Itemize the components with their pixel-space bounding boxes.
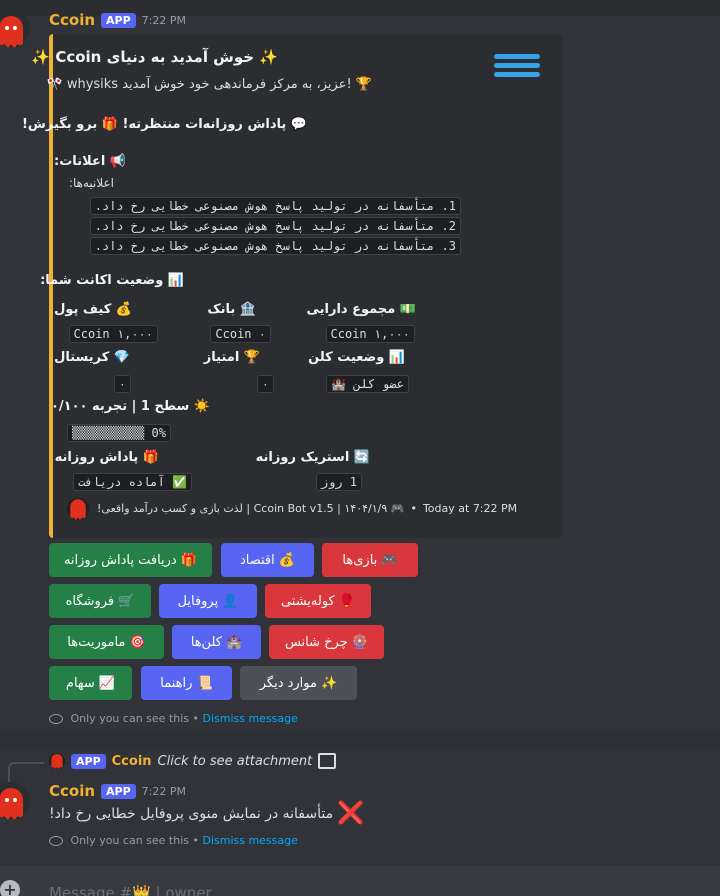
dismiss-link[interactable]: Dismiss message (202, 834, 297, 847)
announcement-item: 3. متأسفانه در تولید پاسخ هوش مصنوعی خطا… (89, 237, 461, 255)
message-separator (0, 730, 720, 750)
reply-app-badge: APP (71, 753, 106, 769)
image-icon (318, 753, 337, 769)
message-input-bar[interactable]: + Message #👑 | owner (0, 866, 720, 896)
field-streak-label: 🔄 استریک روزانه (255, 450, 370, 465)
colosseum-button[interactable]: 🥊 کولەیشتی (265, 584, 371, 618)
field-reward-label: 🎁 پاداش روزانه (54, 450, 159, 465)
field-bank-label: 🏦 بانک (207, 302, 256, 317)
announcements-title: 📢 اعلانات: (54, 154, 126, 169)
eye-icon (49, 836, 63, 846)
add-attachment-icon[interactable]: + (0, 880, 20, 896)
reply-spine (8, 762, 44, 782)
ephemeral-note: Only you can see this • Dismiss message (49, 712, 298, 725)
message-input[interactable]: Message #👑 | owner (49, 884, 212, 896)
error-icon: ❌ (337, 801, 365, 826)
wheel-button[interactable]: 🎡 چرخ شانس (269, 625, 384, 659)
ghost-icon (70, 499, 86, 520)
field-bank-value: ۰ Ccoin (210, 325, 271, 343)
username[interactable]: Ccoin (49, 782, 95, 800)
footer-timestamp: Today at 7:22 PM (422, 502, 518, 515)
footer-text: 🎮 Ccoin Bot v1.5 | ۱۴۰۴/۱/۹ | لذت بازی و… (97, 502, 405, 515)
welcome-line: 🏆 !عزیز، به مرکز فرماندهی خود خوش آمدید … (46, 77, 373, 92)
daily-promo: 💬 پاداش روزانه‌ات منتظرته! 🎁 برو بگیرش! (21, 117, 307, 132)
ghost-icon (51, 753, 63, 769)
username[interactable]: Ccoin (49, 11, 95, 29)
footer-avatar (67, 498, 89, 520)
announcement-item: 1. متأسفانه در تولید پاسخ هوش مصنوعی خطا… (89, 197, 461, 215)
app-badge: APP (101, 783, 136, 799)
profile-button[interactable]: 👤 پروفایل (159, 584, 257, 618)
field-total-label: 💵 مجموع دارایی (306, 302, 416, 317)
dismiss-link[interactable]: Dismiss message (202, 712, 297, 725)
field-streak-value: 1 روز (315, 473, 362, 491)
guide-button[interactable]: 📜 راهنما (141, 666, 232, 700)
eye-icon (49, 714, 63, 724)
app-badge: APP (101, 12, 136, 28)
field-total-value: ۱,۰۰۰ Ccoin (325, 325, 415, 343)
announcements-subtitle: اعلانیه‌ها: (68, 176, 114, 190)
clans-button[interactable]: 🏰 کلن‌ها (172, 625, 261, 659)
ghost-avatar-icon (0, 788, 23, 820)
timestamp: 7:22 PM (141, 13, 186, 27)
embed-title: ✨ خوش آمدید به دنیای Ccoin ✨ (31, 48, 278, 66)
field-wallet-value: ۱,۰۰۰ Ccoin (68, 325, 158, 343)
field-reward-value: ✅ آماده دریافت (73, 473, 192, 491)
field-crystal-value: ۰ (113, 375, 131, 393)
games-button[interactable]: 🎮 بازی‌ها (322, 543, 418, 577)
reply-avatar (49, 753, 65, 769)
ephemeral-text: Only you can see this • (70, 712, 199, 725)
reply-text[interactable]: Click to see attachment (158, 754, 313, 769)
ghost-avatar-icon (0, 16, 23, 48)
field-crystal-label: 💎 کریستال (54, 350, 130, 365)
announcement-item: 2. متأسفانه در تولید پاسخ هوش مصنوعی خطا… (89, 217, 461, 235)
economy-button[interactable]: 💰 اقتصاد (221, 543, 314, 577)
ephemeral-text: Only you can see this • (70, 834, 199, 847)
field-points-label: 🏆 امتیاز (203, 350, 260, 365)
ephemeral-note: Only you can see this • Dismiss message (49, 834, 298, 847)
account-title: 📊 وضعیت اکانت شما: (40, 273, 184, 288)
field-clan-value: عضو کلن 🏰 (326, 375, 409, 393)
stocks-button[interactable]: 📈 سهام (49, 666, 132, 700)
bot-avatar[interactable] (0, 782, 30, 820)
field-clan-label: 📊 وضعیت کلن (308, 350, 405, 365)
error-message: متأسفانه در نمایش منوی پروفایل خطایی رخ … (49, 805, 334, 822)
menu-icon (494, 54, 542, 90)
field-wallet-label: 💰 کیف پول (54, 302, 132, 317)
field-points-value: ۰ (256, 375, 274, 393)
shop-button[interactable]: 🛒 فروشگاه (49, 584, 151, 618)
daily-reward-button[interactable]: 🎁 دریافت پاداش روزانه (49, 543, 212, 577)
timestamp: 7:22 PM (141, 784, 186, 798)
level-progress-bar: ▒▒▒▒▒▒▒▒▒▒ 0% (67, 424, 171, 442)
missions-button[interactable]: 🎯 ماموریت‌ها (49, 625, 164, 659)
reply-username[interactable]: Ccoin (112, 754, 152, 769)
more-button[interactable]: ✨ موارد دیگر (240, 666, 357, 700)
field-level-label: ☀️ سطح 1 | تجربه ۰/۱۰۰ (50, 399, 210, 414)
embed-card: ✨ خوش آمدید به دنیای Ccoin ✨ 🏆 !عزیز، به… (22, 34, 562, 538)
